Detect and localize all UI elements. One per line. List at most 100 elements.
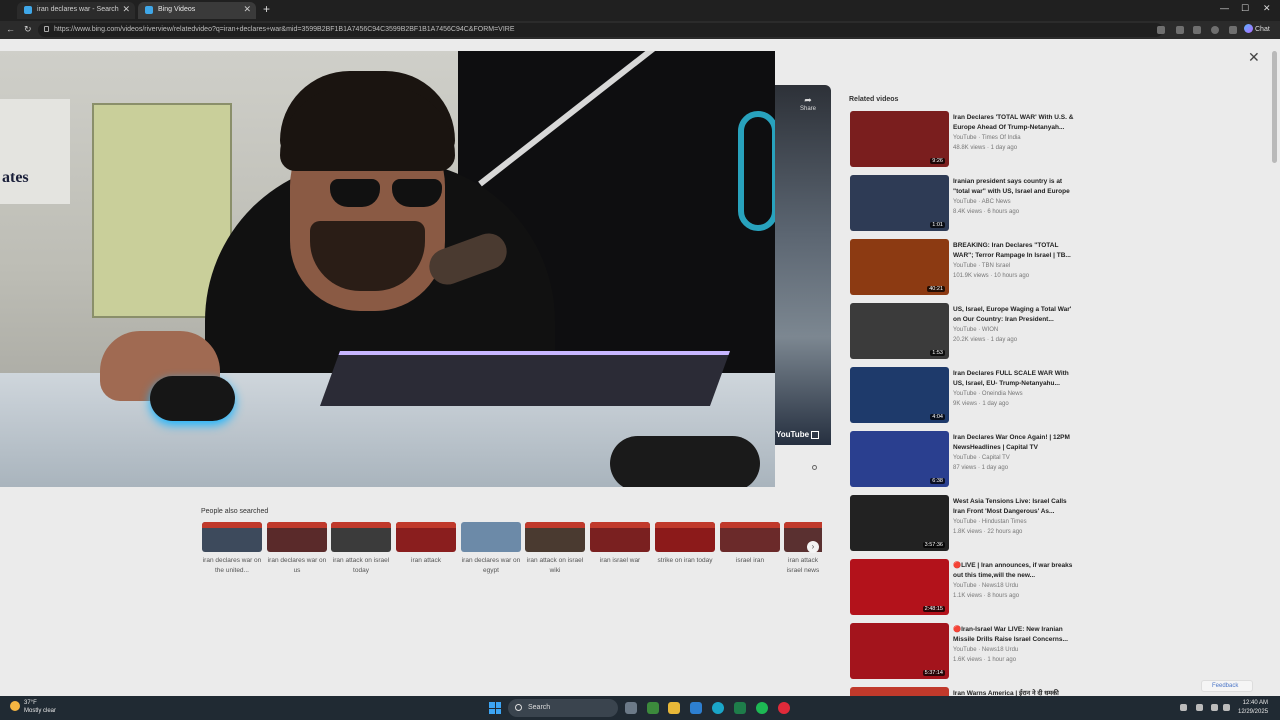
address-bar-row: ← ↻ https://www.bing.com/videos/rivervie… bbox=[0, 21, 1280, 39]
extensions-icon[interactable] bbox=[1176, 26, 1184, 34]
video-duration: 6:38 bbox=[930, 478, 945, 484]
back-arrow-icon[interactable]: ← bbox=[6, 24, 15, 34]
edge-icon[interactable] bbox=[712, 702, 724, 714]
related-video-thumbnail[interactable]: 3:57:36 bbox=[850, 495, 949, 551]
taskbar-search[interactable]: Search bbox=[508, 699, 618, 717]
related-video-thumbnail[interactable]: 6:38 bbox=[850, 431, 949, 487]
more-menu-icon[interactable] bbox=[1229, 26, 1237, 34]
related-video-thumbnail[interactable]: 40:21 bbox=[850, 239, 949, 295]
copilot-icon bbox=[1244, 24, 1253, 33]
related-video-source: YouTube · TBN Israel bbox=[953, 263, 1011, 269]
related-video-item[interactable]: 3:57:36 West Asia Tensions Live: Israel C… bbox=[850, 495, 1080, 553]
profile-icon[interactable] bbox=[1211, 26, 1219, 34]
video-player[interactable]: ates bbox=[0, 51, 775, 487]
close-tab-icon[interactable]: ✕ bbox=[243, 4, 251, 15]
scrollbar-thumb[interactable] bbox=[1272, 51, 1277, 163]
maximize-button[interactable]: ☐ bbox=[1241, 3, 1249, 14]
related-video-title[interactable]: Iranian president says country is at "to… bbox=[953, 177, 1078, 197]
url-field[interactable]: https://www.bing.com/videos/riverview/re… bbox=[38, 23, 1163, 37]
related-video-thumbnail[interactable] bbox=[850, 687, 949, 696]
favorite-star-icon[interactable] bbox=[1157, 26, 1165, 34]
related-video-item[interactable]: 9:26 Iran Declares 'TOTAL WAR' With U.S. … bbox=[850, 111, 1080, 169]
related-search-label: iran declares war on us bbox=[267, 557, 327, 574]
related-search-item[interactable]: iran declares war on us bbox=[267, 522, 327, 576]
clock[interactable]: 12:40 AM 12/29/2025 bbox=[1238, 699, 1268, 717]
network-icon[interactable] bbox=[1211, 704, 1218, 711]
related-video-item[interactable]: 5:37:14 🔴Iran-Israel War LIVE: New Irania… bbox=[850, 623, 1080, 681]
related-video-title[interactable]: Iran Declares 'TOTAL WAR' With U.S. & Eu… bbox=[953, 113, 1078, 133]
related-search-label: iran attack israel news bbox=[786, 557, 820, 574]
volume-icon[interactable] bbox=[1223, 704, 1230, 711]
related-video-item[interactable]: Iran Warns America | ईरान ने दी धमकी bbox=[850, 687, 1080, 696]
favorites-icon[interactable] bbox=[1193, 26, 1201, 34]
related-video-thumbnail[interactable]: 9:26 bbox=[850, 111, 949, 167]
video-duration: 4:04 bbox=[930, 414, 945, 420]
related-video-item[interactable]: 4:04 Iran Declares FULL SCALE WAR With US… bbox=[850, 367, 1080, 425]
task-view-icon[interactable] bbox=[625, 702, 637, 714]
close-window-button[interactable]: ✕ bbox=[1263, 3, 1271, 14]
related-video-source: YouTube · Times Of India bbox=[953, 135, 1021, 141]
opera-icon[interactable] bbox=[778, 702, 790, 714]
related-video-title[interactable]: Iran Declares FULL SCALE WAR With US, Is… bbox=[953, 369, 1078, 389]
file-explorer-icon[interactable] bbox=[668, 702, 680, 714]
related-search-item[interactable]: strike on iran today bbox=[655, 522, 715, 566]
fullscreen-icon[interactable] bbox=[811, 431, 819, 439]
weather-widget[interactable]: 37°F Mostly clear bbox=[10, 699, 56, 715]
copilot-chat-button[interactable]: Chat bbox=[1244, 24, 1270, 33]
minimize-button[interactable]: — bbox=[1220, 3, 1229, 13]
related-search-thumbnail bbox=[655, 522, 715, 552]
related-search-item[interactable]: iran attack on israel wiki bbox=[525, 522, 585, 576]
loading-cursor-icon bbox=[812, 465, 817, 470]
related-video-title[interactable]: Iran Warns America | ईरान ने दी धमकी bbox=[953, 689, 1078, 696]
youtube-logo[interactable]: YouTube bbox=[776, 430, 809, 439]
video-duration: 1:53 bbox=[930, 350, 945, 356]
related-video-thumbnail[interactable]: 5:37:14 bbox=[850, 623, 949, 679]
refresh-icon[interactable]: ↻ bbox=[24, 24, 32, 35]
related-video-thumbnail[interactable]: 4:04 bbox=[850, 367, 949, 423]
related-video-title[interactable]: BREAKING: Iran Declares "TOTAL WAR"; Ter… bbox=[953, 241, 1078, 261]
related-video-item[interactable]: 2:48:15 🔴LIVE | Iran announces, if war br… bbox=[850, 559, 1080, 617]
related-video-thumbnail[interactable]: 1:01 bbox=[850, 175, 949, 231]
related-video-title[interactable]: Iran Declares War Once Again! | 12PM New… bbox=[953, 433, 1078, 453]
app-icon[interactable] bbox=[734, 702, 746, 714]
related-video-thumbnail[interactable]: 2:48:15 bbox=[850, 559, 949, 615]
related-video-title[interactable]: West Asia Tensions Live: Israel Calls Ir… bbox=[953, 497, 1078, 517]
related-video-thumbnail[interactable]: 1:53 bbox=[850, 303, 949, 359]
related-search-label: iran attack on israel wiki bbox=[526, 557, 584, 574]
related-search-item[interactable]: israel iran bbox=[720, 522, 780, 566]
related-video-item[interactable]: 1:53 US, Israel, Europe Waging a Total Wa… bbox=[850, 303, 1080, 361]
microphone-icon[interactable] bbox=[1196, 704, 1203, 711]
tab-search[interactable]: iran declares war - Search ✕ bbox=[17, 2, 135, 19]
related-search-item[interactable]: iran attack on israel today bbox=[331, 522, 391, 576]
related-search-item[interactable]: iran attack bbox=[396, 522, 456, 566]
related-search-item[interactable]: iran israel war bbox=[590, 522, 650, 566]
close-tab-icon[interactable]: ✕ bbox=[122, 4, 130, 15]
related-video-source: YouTube · Capital TV bbox=[953, 455, 1010, 461]
video-duration: 3:57:36 bbox=[922, 542, 945, 548]
related-video-item[interactable]: 1:01 Iranian president says country is at… bbox=[850, 175, 1080, 233]
related-video-title[interactable]: US, Israel, Europe Waging a Total War' o… bbox=[953, 305, 1078, 325]
close-overlay-button[interactable]: ✕ bbox=[1248, 49, 1260, 66]
store-icon[interactable] bbox=[690, 702, 702, 714]
related-video-item[interactable]: 40:21 BREAKING: Iran Declares "TOTAL WAR"… bbox=[850, 239, 1080, 297]
chevron-right-icon[interactable]: › bbox=[807, 541, 819, 553]
chevron-up-icon[interactable] bbox=[1180, 704, 1187, 711]
related-video-info: Iranian president says country is at "to… bbox=[953, 177, 1078, 217]
windows-start-icon[interactable] bbox=[489, 702, 501, 714]
feedback-button[interactable]: Feedback bbox=[1201, 680, 1253, 692]
tab-bing-videos[interactable]: Bing Videos ✕ bbox=[138, 2, 256, 19]
share-button[interactable]: ➦ Share bbox=[800, 95, 816, 112]
related-search-item[interactable]: iran declares war on the united... bbox=[202, 522, 262, 576]
new-tab-button[interactable]: + bbox=[263, 2, 270, 16]
related-search-item[interactable]: iran declares war on egypt bbox=[461, 522, 521, 576]
app-icon[interactable] bbox=[647, 702, 659, 714]
related-search-thumbnail bbox=[720, 522, 780, 552]
related-video-info: Iran Declares War Once Again! | 12PM New… bbox=[953, 433, 1078, 473]
related-search-label: iran attack on israel today bbox=[332, 557, 390, 574]
tab-label: iran declares war - Search bbox=[37, 6, 119, 13]
related-video-title[interactable]: 🔴Iran-Israel War LIVE: New Iranian Missi… bbox=[953, 625, 1078, 645]
spotify-icon[interactable] bbox=[756, 702, 768, 714]
search-icon bbox=[515, 704, 522, 711]
related-video-title[interactable]: 🔴LIVE | Iran announces, if war breaks ou… bbox=[953, 561, 1078, 581]
related-video-item[interactable]: 6:38 Iran Declares War Once Again! | 12PM… bbox=[850, 431, 1080, 489]
